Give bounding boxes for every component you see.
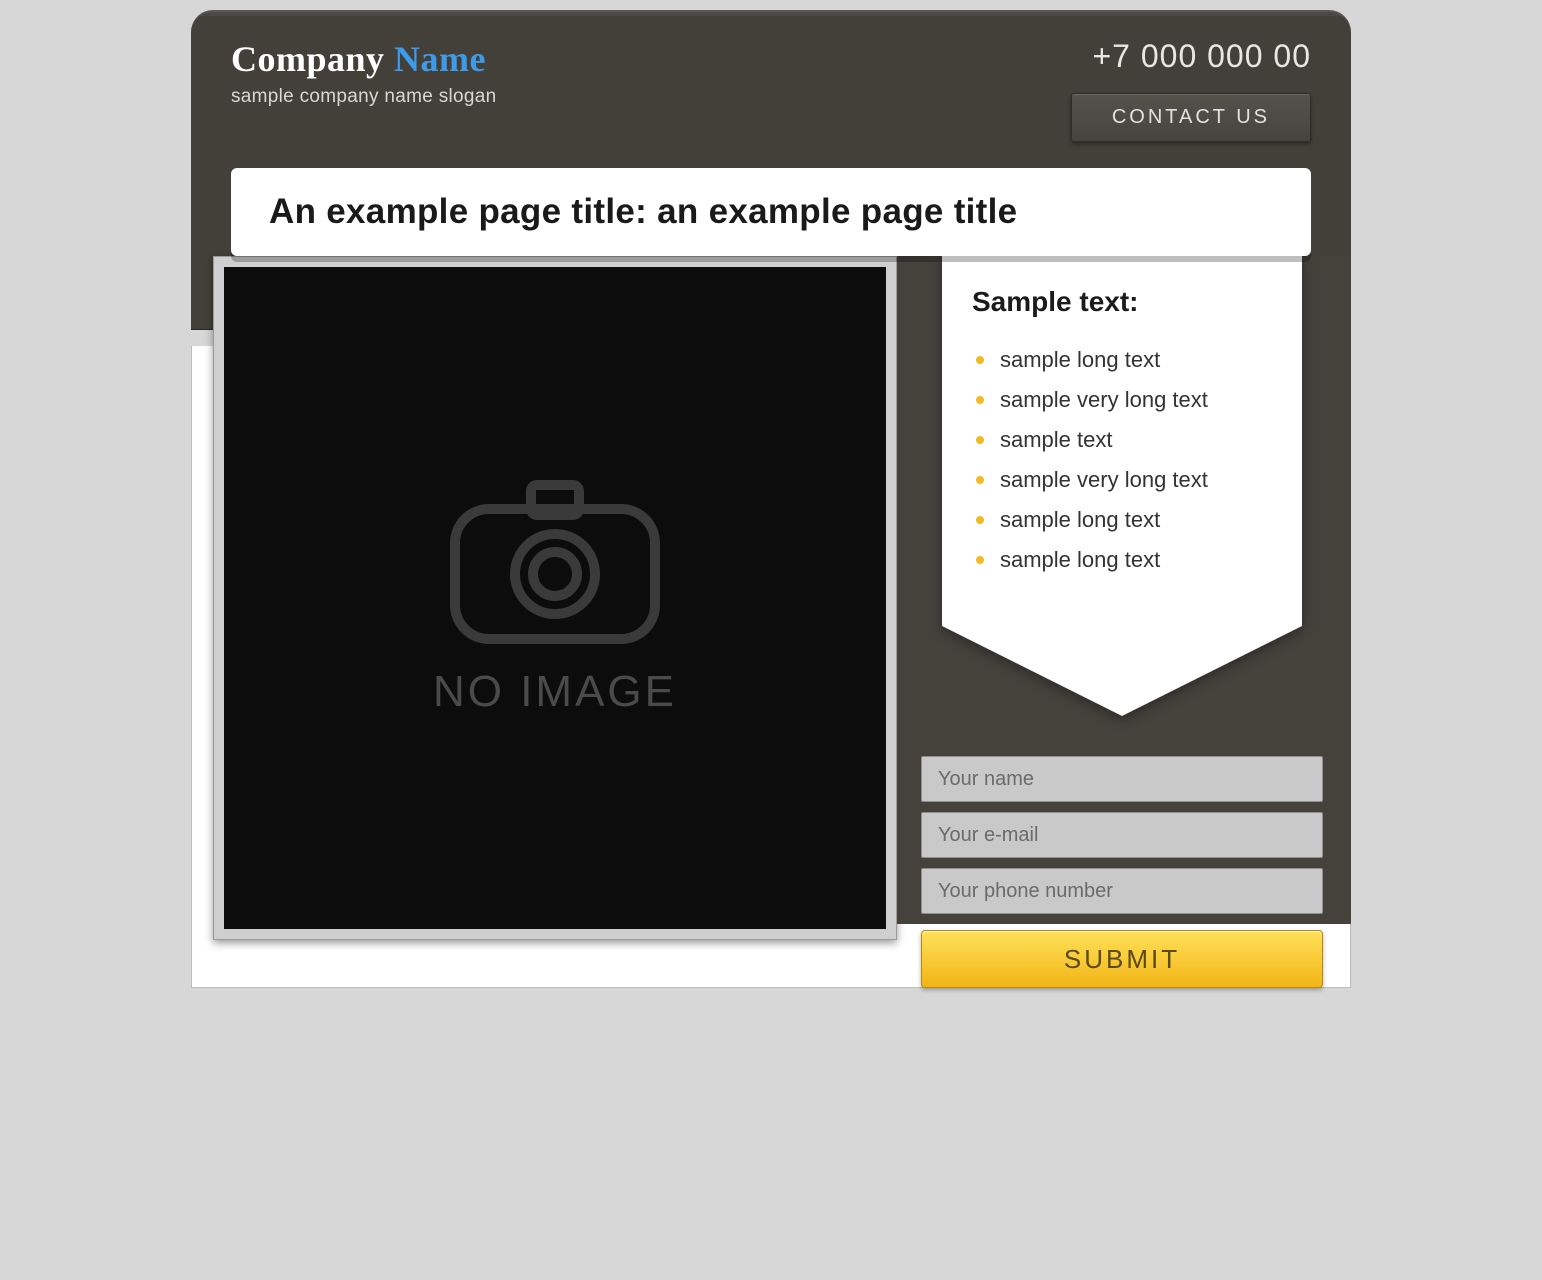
phone-number: +7 000 000 00: [1071, 38, 1311, 75]
list-item: sample long text: [972, 540, 1272, 580]
phone-field[interactable]: [921, 868, 1323, 914]
company-logo: Company Name: [231, 38, 497, 80]
no-image-label: NO IMAGE: [433, 667, 677, 717]
list-item: sample very long text: [972, 460, 1272, 500]
company-slogan: sample company name slogan: [231, 86, 497, 108]
page-title: An example page title: an example page t…: [269, 192, 1273, 232]
header-right: +7 000 000 00 CONTACT US: [1071, 38, 1311, 142]
list-item: sample very long text: [972, 380, 1272, 420]
logo-part-2: Name: [394, 39, 486, 79]
image-placeholder: NO IMAGE: [224, 267, 886, 929]
list-item: sample long text: [972, 500, 1272, 540]
info-ribbon: Sample text: sample long text sample ver…: [942, 256, 1302, 626]
list-item: sample text: [972, 420, 1272, 460]
sidebar-heading: Sample text:: [972, 286, 1272, 318]
page-frame: Company Name sample company name slogan …: [191, 10, 1351, 988]
image-column: NO IMAGE: [191, 256, 897, 988]
contact-form: SUBMIT: [921, 756, 1323, 988]
logo-part-1: Company: [231, 39, 394, 79]
sidebar-column: Sample text: sample long text sample ver…: [897, 256, 1351, 988]
feature-list: sample long text sample very long text s…: [972, 340, 1272, 580]
page-title-bar: An example page title: an example page t…: [231, 168, 1311, 256]
name-field[interactable]: [921, 756, 1323, 802]
submit-button[interactable]: SUBMIT: [921, 930, 1323, 988]
image-placeholder-frame: NO IMAGE: [213, 256, 897, 940]
email-field[interactable]: [921, 812, 1323, 858]
contact-us-button[interactable]: CONTACT US: [1071, 93, 1311, 142]
list-item: sample long text: [972, 340, 1272, 380]
camera-icon: [445, 479, 665, 649]
logo-block: Company Name sample company name slogan: [231, 38, 497, 108]
